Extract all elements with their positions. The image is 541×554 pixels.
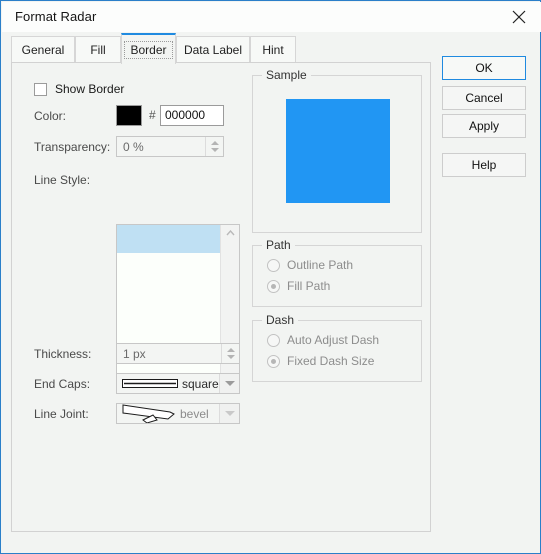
end-caps-label: End Caps: [34,377,91,391]
line-style-item-selected[interactable] [117,225,220,253]
window-title: Format Radar [15,9,97,24]
path-group-title: Path [262,238,295,252]
line-joint-value: bevel [180,406,209,421]
apply-button[interactable]: Apply [442,114,526,138]
transparency-spinner-arrows[interactable] [205,137,223,156]
line-joint-dropdown-arrow[interactable] [219,404,239,423]
transparency-label: Transparency: [34,140,111,154]
title-bar: Format Radar [2,2,541,32]
tab-general[interactable]: General [11,36,75,63]
thickness-spinner[interactable]: 1 px [116,343,240,364]
radio-fixed-dash-size-label: Fixed Dash Size [287,354,375,368]
radio-outline-path-control[interactable] [267,258,280,272]
transparency-value: 0 % [123,139,144,154]
radio-fill-path-control[interactable] [267,279,280,293]
line-joint-preview: bevel [117,404,219,423]
dash-group: Dash Auto Adjust Dash Fixed Dash Size [252,313,422,382]
sample-group: Sample [252,68,422,233]
radio-fill-path-label: Fill Path [287,279,331,293]
color-hex-input[interactable]: 000000 [160,105,224,126]
tab-data-label[interactable]: Data Label [176,36,250,63]
thickness-label: Thickness: [34,347,92,361]
tab-fill-label: Fill [90,43,106,57]
end-caps-value: square [182,376,219,391]
radio-outline-path-label: Outline Path [287,258,354,272]
transparency-spinner[interactable]: 0 % [116,136,224,157]
tab-hint-label: Hint [262,43,284,57]
end-caps-dropdown-arrow[interactable] [219,374,239,393]
chevron-up-icon[interactable] [225,230,235,236]
show-border-checkbox[interactable]: Show Border [34,82,124,96]
square-cap-icon [122,379,178,388]
tab-general-label: General [21,43,65,57]
radio-fixed-dash-size[interactable]: Fixed Dash Size [267,354,374,368]
dash-group-title: Dash [262,313,299,327]
radio-auto-adjust-dash[interactable]: Auto Adjust Dash [267,333,379,347]
end-caps-preview: square [117,377,219,391]
radio-fill-path[interactable]: Fill Path [267,279,330,293]
radio-outline-path[interactable]: Outline Path [267,258,353,272]
thickness-value: 1 px [123,346,146,361]
end-caps-combobox[interactable]: square [116,373,240,394]
thickness-spinner-arrows[interactable] [221,344,239,363]
ok-button[interactable]: OK [442,56,526,80]
radio-auto-adjust-dash-control[interactable] [267,333,280,347]
tab-border-label: Border [124,41,173,59]
format-radar-dialog: Format Radar General Fill Border Data La… [0,0,541,554]
line-style-label: Line Style: [34,173,91,187]
path-group: Path Outline Path Fill Path [252,238,422,307]
border-tab-panel: Show Border Color: # 000000 Transparency… [11,62,431,532]
hash-symbol: # [149,108,156,122]
close-icon[interactable] [497,2,541,32]
color-swatch[interactable] [116,105,142,126]
color-label: Color: [34,109,67,123]
tab-fill[interactable]: Fill [75,36,121,63]
show-border-label: Show Border [55,82,125,96]
checkbox-box [34,82,47,96]
help-button[interactable]: Help [442,153,526,177]
bevel-joint-icon [122,404,175,423]
cancel-button[interactable]: Cancel [442,86,526,110]
line-joint-combobox[interactable]: bevel [116,403,240,424]
sample-preview-square [286,99,390,203]
tab-hint[interactable]: Hint [250,36,296,63]
line-joint-label: Line Joint: [34,407,89,421]
radio-auto-adjust-dash-label: Auto Adjust Dash [287,333,380,347]
tab-data-label-label: Data Label [183,43,243,57]
tab-strip: General Fill Border Data Label Hint [11,33,431,64]
sample-group-title: Sample [262,68,311,82]
radio-fixed-dash-size-control[interactable] [267,354,280,368]
tab-border[interactable]: Border [121,33,176,64]
